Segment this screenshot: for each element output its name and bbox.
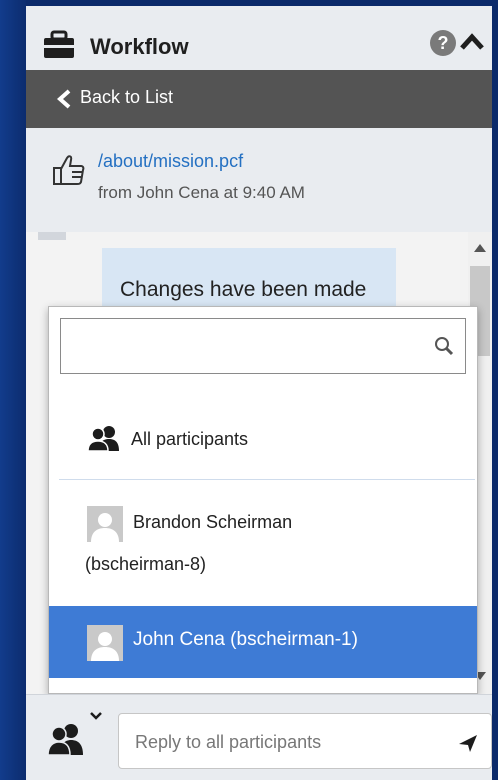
recipients-group-icon[interactable]	[48, 723, 84, 755]
background-right-strip	[492, 0, 498, 780]
option-label: John Cena (bscheirman-1)	[133, 629, 358, 650]
chevron-down-icon[interactable]	[90, 711, 102, 721]
option-all-participants[interactable]: All participants	[49, 393, 477, 479]
panel-title: Workflow	[90, 34, 189, 59]
option-john-cena-selected[interactable]: John Cena (bscheirman-1)	[49, 606, 477, 678]
back-to-list-label: Back to List	[80, 87, 174, 107]
reply-input[interactable]	[133, 726, 437, 758]
background-left-strip	[0, 0, 26, 780]
file-path-link[interactable]: /about/mission.pcf	[98, 151, 243, 172]
participant-dropdown: All participants Brandon Scheirman (bsch…	[48, 306, 478, 694]
search-icon	[435, 337, 454, 356]
option-username: (bscheirman-8)	[85, 554, 207, 574]
collapse-caret-up-icon[interactable]	[458, 28, 486, 56]
chevron-left-icon	[56, 89, 71, 109]
help-icon[interactable]: ?	[430, 30, 456, 56]
back-to-list-button[interactable]: Back to List	[26, 70, 492, 128]
scroll-up-arrow-icon[interactable]	[474, 244, 486, 252]
reply-bar	[26, 694, 492, 780]
reply-field[interactable]	[118, 713, 492, 769]
thumbs-up-icon	[53, 155, 85, 185]
workflow-item-header: /about/mission.pcf from John Cena at 9:4…	[26, 128, 492, 232]
option-brandon-scheirman[interactable]: Brandon Scheirman (bscheirman-8)	[49, 480, 477, 606]
participant-search-input[interactable]	[69, 331, 413, 363]
group-icon	[87, 426, 119, 451]
briefcase-icon	[44, 30, 74, 58]
option-label: Brandon Scheirman	[133, 512, 293, 532]
option-label: All participants	[131, 429, 249, 449]
item-from-text: from John Cena at 9:40 AM	[98, 183, 305, 202]
thread-marker	[38, 232, 66, 240]
participant-search-box[interactable]	[60, 318, 466, 374]
send-icon[interactable]	[457, 732, 479, 754]
workflow-panel: Workflow ? Back to List /about/mission.p…	[26, 0, 492, 780]
message-text: Changes have been made	[120, 278, 367, 301]
avatar-placeholder-icon	[87, 625, 123, 661]
avatar-placeholder-icon	[87, 506, 123, 542]
panel-header: Workflow ?	[26, 0, 492, 70]
